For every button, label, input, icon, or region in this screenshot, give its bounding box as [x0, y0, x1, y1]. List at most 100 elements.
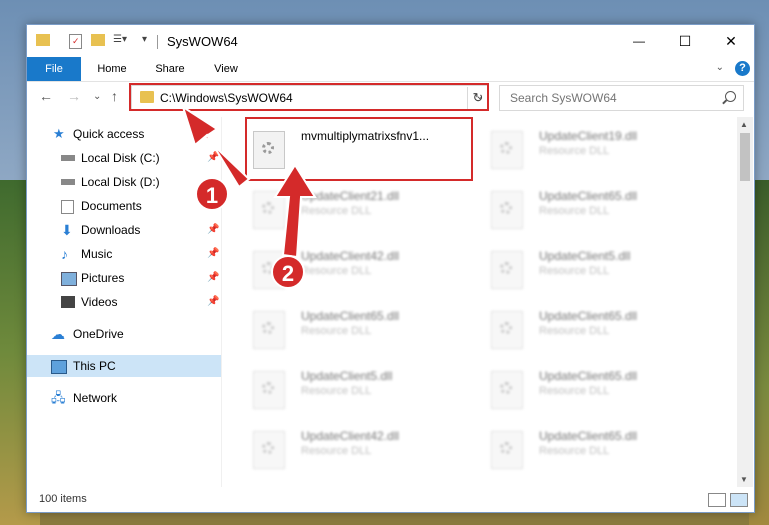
gear-icon [500, 442, 512, 454]
file-type: Resource DLL [539, 145, 610, 157]
new-folder-icon[interactable] [91, 34, 105, 46]
details-view-icon[interactable] [708, 493, 726, 507]
expand-ribbon-icon[interactable]: ⌄ [716, 62, 724, 73]
navigation-pane: ★ Quick access Local Disk (C:) 📌 Local D… [27, 117, 221, 487]
large-icons-view-icon[interactable] [730, 493, 748, 507]
gear-icon [500, 142, 512, 154]
tab-view[interactable]: View [199, 57, 253, 81]
folder-icon [36, 34, 50, 46]
pictures-icon [61, 272, 77, 286]
file-name: UpdateClient5.dll [301, 369, 393, 383]
file-item[interactable]: UpdateClient65.dll Resource DLL [485, 181, 721, 237]
nav-item-label: Network [73, 391, 118, 405]
file-item[interactable]: UpdateClient65.dll Resource DLL [485, 361, 721, 417]
nav-item-label: Pictures [81, 271, 125, 285]
nav-item-label: Downloads [81, 223, 141, 237]
close-icon: ✕ [725, 32, 737, 49]
scrollbar-thumb[interactable] [740, 133, 750, 181]
file-type: Resource DLL [539, 445, 610, 457]
nav-item-music[interactable]: ♪ Music 📌 [27, 243, 221, 265]
dll-file-icon [253, 311, 285, 349]
callout-1: 1 [195, 177, 229, 211]
file-item[interactable]: UpdateClient19.dll Resource DLL [485, 121, 721, 177]
minimize-button[interactable]: — [616, 25, 662, 57]
file-type: Resource DLL [301, 325, 372, 337]
gear-icon [500, 322, 512, 334]
nav-item-onedrive[interactable]: ☁ OneDrive [27, 323, 221, 345]
nav-item-network[interactable]: 🖧 Network [27, 387, 221, 409]
close-button[interactable]: ✕ [708, 25, 754, 57]
search-icon[interactable] [725, 91, 736, 102]
file-item[interactable]: UpdateClient65.dll Resource DLL [247, 301, 483, 357]
dropdown-icon[interactable]: ▾ [142, 34, 147, 45]
nav-item-label: OneDrive [73, 327, 124, 341]
minimize-icon: — [633, 34, 645, 48]
callout-2: 2 [271, 255, 305, 289]
tab-file[interactable]: File [27, 57, 81, 81]
nav-item-label: This PC [73, 359, 116, 373]
title-bar: ✓ ☰▾ ▾ SysWOW64 — ☐ ✕ [27, 25, 754, 57]
file-item[interactable]: UpdateClient65.dll Resource DLL [485, 301, 721, 357]
file-type: Resource DLL [539, 205, 610, 217]
drive-icon [61, 179, 75, 185]
back-button[interactable]: ← [39, 88, 53, 104]
maximize-button[interactable]: ☐ [662, 25, 708, 57]
help-button[interactable]: ? [735, 61, 750, 76]
file-name: UpdateClient65.dll [539, 189, 638, 203]
scroll-down-icon[interactable]: ▼ [740, 475, 748, 484]
nav-item-downloads[interactable]: ⬇ Downloads 📌 [27, 219, 221, 241]
music-icon: ♪ [61, 246, 68, 262]
file-type: Resource DLL [301, 205, 372, 217]
dll-file-icon [491, 371, 523, 409]
file-type: Resource DLL [301, 265, 372, 277]
nav-item-label: Quick access [73, 127, 145, 141]
file-item[interactable]: UpdateClient42.dll Resource DLL [247, 421, 483, 477]
recent-locations-button[interactable]: ⌄ [93, 91, 101, 102]
pane-divider [221, 117, 222, 487]
forward-button[interactable]: → [67, 88, 81, 104]
up-button[interactable]: ↑ [111, 88, 118, 104]
drive-icon [61, 155, 75, 161]
properties-icon[interactable]: ✓ [69, 34, 82, 49]
customize-toolbar-icon[interactable]: ☰▾ [113, 34, 127, 45]
download-icon: ⬇ [61, 222, 73, 238]
file-name: UpdateClient65.dll [539, 369, 638, 383]
vertical-scrollbar[interactable]: ▲ ▼ [737, 117, 753, 487]
nav-item-videos[interactable]: Videos 📌 [27, 291, 221, 313]
file-highlight [245, 117, 473, 181]
nav-item-this-pc[interactable]: This PC [27, 355, 221, 377]
pin-icon: 📌 [207, 152, 220, 163]
file-item[interactable]: UpdateClient5.dll Resource DLL [247, 361, 483, 417]
nav-item-quick-access[interactable]: ★ Quick access [27, 123, 221, 145]
file-type: Resource DLL [539, 325, 610, 337]
file-name: UpdateClient65.dll [539, 309, 638, 323]
file-name: UpdateClient5.dll [539, 249, 631, 263]
file-type: Resource DLL [539, 385, 610, 397]
maximize-icon: ☐ [678, 32, 692, 49]
nav-item-label: Music [81, 247, 113, 261]
tab-share[interactable]: Share [143, 57, 197, 81]
file-name: UpdateClient65.dll [301, 309, 400, 323]
tab-home[interactable]: Home [85, 57, 139, 81]
item-count: 100 items [39, 493, 87, 505]
file-item[interactable]: UpdateClient65.dll Resource DLL [485, 421, 721, 477]
title-separator [157, 35, 158, 49]
cloud-icon: ☁ [51, 326, 65, 342]
nav-item-pictures[interactable]: Pictures 📌 [27, 267, 221, 289]
nav-item-local-disk-c[interactable]: Local Disk (C:) 📌 [27, 147, 221, 169]
nav-item-label: Documents [81, 199, 142, 213]
file-name: UpdateClient42.dll [301, 429, 400, 443]
file-item[interactable]: UpdateClient5.dll Resource DLL [485, 241, 721, 297]
dll-file-icon [491, 131, 523, 169]
nav-item-documents[interactable]: Documents 📌 [27, 195, 221, 217]
search-box[interactable] [499, 85, 744, 111]
star-icon: ★ [53, 126, 65, 141]
search-input[interactable] [508, 89, 712, 107]
nav-item-local-disk-d[interactable]: Local Disk (D:) [27, 171, 221, 193]
pin-icon: 📌 [207, 272, 220, 283]
scroll-up-icon[interactable]: ▲ [740, 120, 748, 129]
file-name: UpdateClient21.dll [301, 189, 400, 203]
file-item[interactable]: UpdateClient21.dll Resource DLL [247, 181, 483, 237]
nav-item-label: Local Disk (C:) [81, 151, 160, 165]
window-title: SysWOW64 [167, 34, 238, 49]
